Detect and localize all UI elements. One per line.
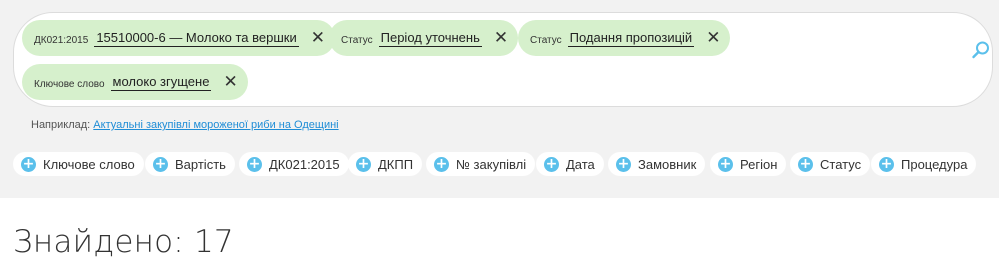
search-panel: ДК021:2015 15510000-6 — Молоко та вершки… — [0, 0, 999, 198]
plus-icon: + — [434, 155, 449, 172]
filter-label: Регіон — [740, 156, 778, 172]
filter-label: Дата — [566, 156, 595, 172]
add-filter-region-button[interactable]: + Регіон — [710, 152, 787, 176]
plus-icon: + — [153, 155, 168, 172]
plus-icon: + — [879, 155, 894, 172]
plus-icon: + — [616, 155, 631, 172]
filter-chip-keyword: Ключове слово молоко згущене ✕ — [22, 64, 248, 100]
plus-icon: + — [247, 155, 262, 172]
results-count: Знайдено: 17 — [13, 224, 234, 260]
search-icon[interactable] — [971, 40, 991, 60]
filter-label: Статус — [820, 156, 862, 172]
plus-icon: + — [544, 155, 559, 172]
example-prefix: Наприклад: — [31, 119, 91, 131]
chip-value: Період уточнень — [378, 29, 482, 47]
add-filter-date-button[interactable]: + Дата — [536, 152, 604, 176]
close-icon[interactable]: ✕ — [494, 29, 508, 46]
filter-label: ДК021:2015 — [269, 156, 340, 172]
chip-key: ДК021:2015 — [34, 34, 89, 46]
chip-value: Подання пропозицій — [567, 29, 695, 47]
chip-key: Статус — [341, 34, 373, 46]
filter-label: Вартість — [175, 156, 226, 172]
filter-label: Замовник — [638, 156, 697, 172]
add-filter-dk021-button[interactable]: + ДК021:2015 — [239, 152, 349, 176]
chip-value: 15510000-6 — Молоко та вершки — [94, 29, 299, 47]
filter-label: ДКПП — [378, 156, 414, 172]
filter-chip-status-clarification: Статус Період уточнень ✕ — [329, 20, 519, 56]
search-example: Наприклад: Актуальні закупівлі мороженої… — [31, 119, 339, 131]
plus-icon: + — [798, 155, 813, 172]
chip-key: Статус — [530, 34, 562, 46]
plus-icon: + — [21, 155, 36, 172]
chip-key: Ключове слово — [34, 78, 105, 90]
add-filter-customer-button[interactable]: + Замовник — [608, 152, 706, 176]
add-filter-tender-number-button[interactable]: + № закупівлі — [426, 152, 536, 176]
filter-chip-dk021: ДК021:2015 15510000-6 — Молоко та вершки… — [22, 20, 335, 56]
chip-value: молоко згущене — [110, 73, 212, 91]
plus-icon: + — [718, 155, 733, 172]
add-filter-dkpp-button[interactable]: + ДКПП — [348, 152, 423, 176]
add-filter-status-button[interactable]: + Статус — [790, 152, 871, 176]
add-filter-keyword-button[interactable]: + Ключове слово — [13, 152, 144, 176]
close-icon[interactable]: ✕ — [223, 73, 237, 90]
filter-label: Процедура — [901, 156, 968, 172]
close-icon[interactable]: ✕ — [311, 29, 325, 46]
example-link[interactable]: Актуальні закупівлі мороженої риби на Од… — [93, 119, 338, 131]
add-filter-price-button[interactable]: + Вартість — [145, 152, 235, 176]
filter-label: № закупівлі — [456, 156, 527, 172]
filter-chip-status-submission: Статус Подання пропозицій ✕ — [518, 20, 731, 56]
close-icon[interactable]: ✕ — [706, 29, 720, 46]
search-box[interactable]: ДК021:2015 15510000-6 — Молоко та вершки… — [13, 12, 993, 107]
add-filter-procedure-button[interactable]: + Процедура — [871, 152, 977, 176]
plus-icon: + — [356, 155, 371, 172]
filter-label: Ключове слово — [43, 156, 135, 172]
